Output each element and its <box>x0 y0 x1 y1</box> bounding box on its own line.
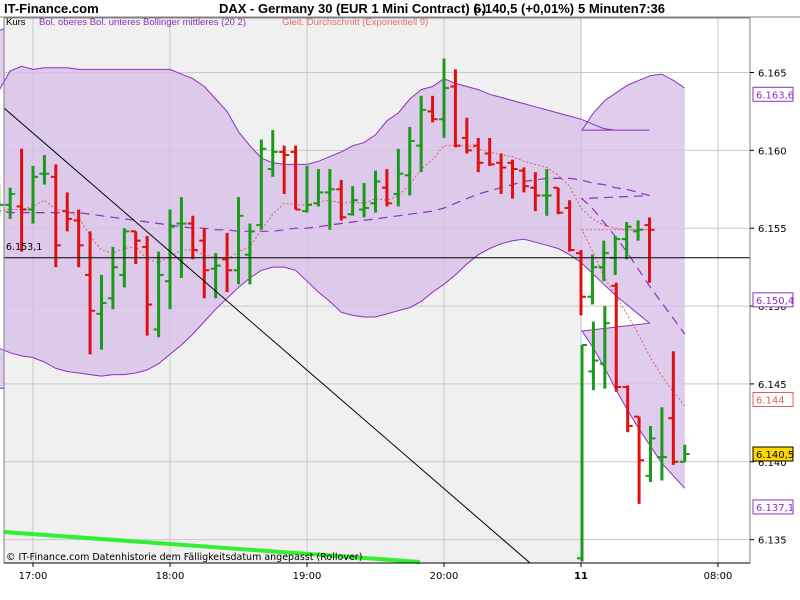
x-tick-label: 08:00 <box>704 571 733 582</box>
price-label-text: 6.144 <box>756 396 785 407</box>
price-label-text: 6.163,6 <box>756 90 794 101</box>
y-tick-label: 6.165 <box>758 69 787 80</box>
hline-label: 6.153,1 <box>6 242 42 253</box>
x-axis: 17:00 18:00 19:00 20:00 11 08:00 <box>19 563 733 582</box>
legend-kurs: Kurs <box>6 17 26 28</box>
y-tick-label: 6.135 <box>758 536 787 547</box>
x-tick-label: 19:00 <box>293 571 322 582</box>
footer-note: © IT-Finance.com Datenhistorie dem Fälli… <box>6 552 362 563</box>
chart: IT-Finance.com DAX - Germany 30 (EUR 1 M… <box>0 1 800 582</box>
x-tick-label: 20:00 <box>430 571 459 582</box>
price-label-text: 6.150,4 <box>756 296 794 307</box>
y-tick-label: 6.155 <box>758 224 787 235</box>
brand-logo[interactable]: IT-Finance.com <box>4 1 99 16</box>
price-label-text: 6.140,5 <box>756 450 794 461</box>
x-tick-label: 11 <box>574 571 588 582</box>
x-tick-label: 17:00 <box>19 571 48 582</box>
interval-label: 5 Minuten <box>578 1 639 16</box>
y-tick-label: 6.160 <box>758 146 787 157</box>
last-price: 6.140,5 (+0,01%) <box>474 1 574 16</box>
y-axis: 6.1356.1406.1456.1506.1556.1606.165 <box>750 69 787 547</box>
price-label-text: 6.137,1 <box>756 503 794 514</box>
legend-bollinger: Bol. oberes Bol. unteres Bollinger mittl… <box>39 17 246 28</box>
time-label: 7:36 <box>639 1 665 16</box>
x-tick-label: 18:00 <box>156 571 185 582</box>
legend-ema: Gleit. Durchschnitt (Exponentiell 9) <box>282 17 428 28</box>
y-tick-label: 6.145 <box>758 380 787 391</box>
instrument-title: DAX - Germany 30 (EUR 1 Mini Contract) (… <box>219 1 486 16</box>
